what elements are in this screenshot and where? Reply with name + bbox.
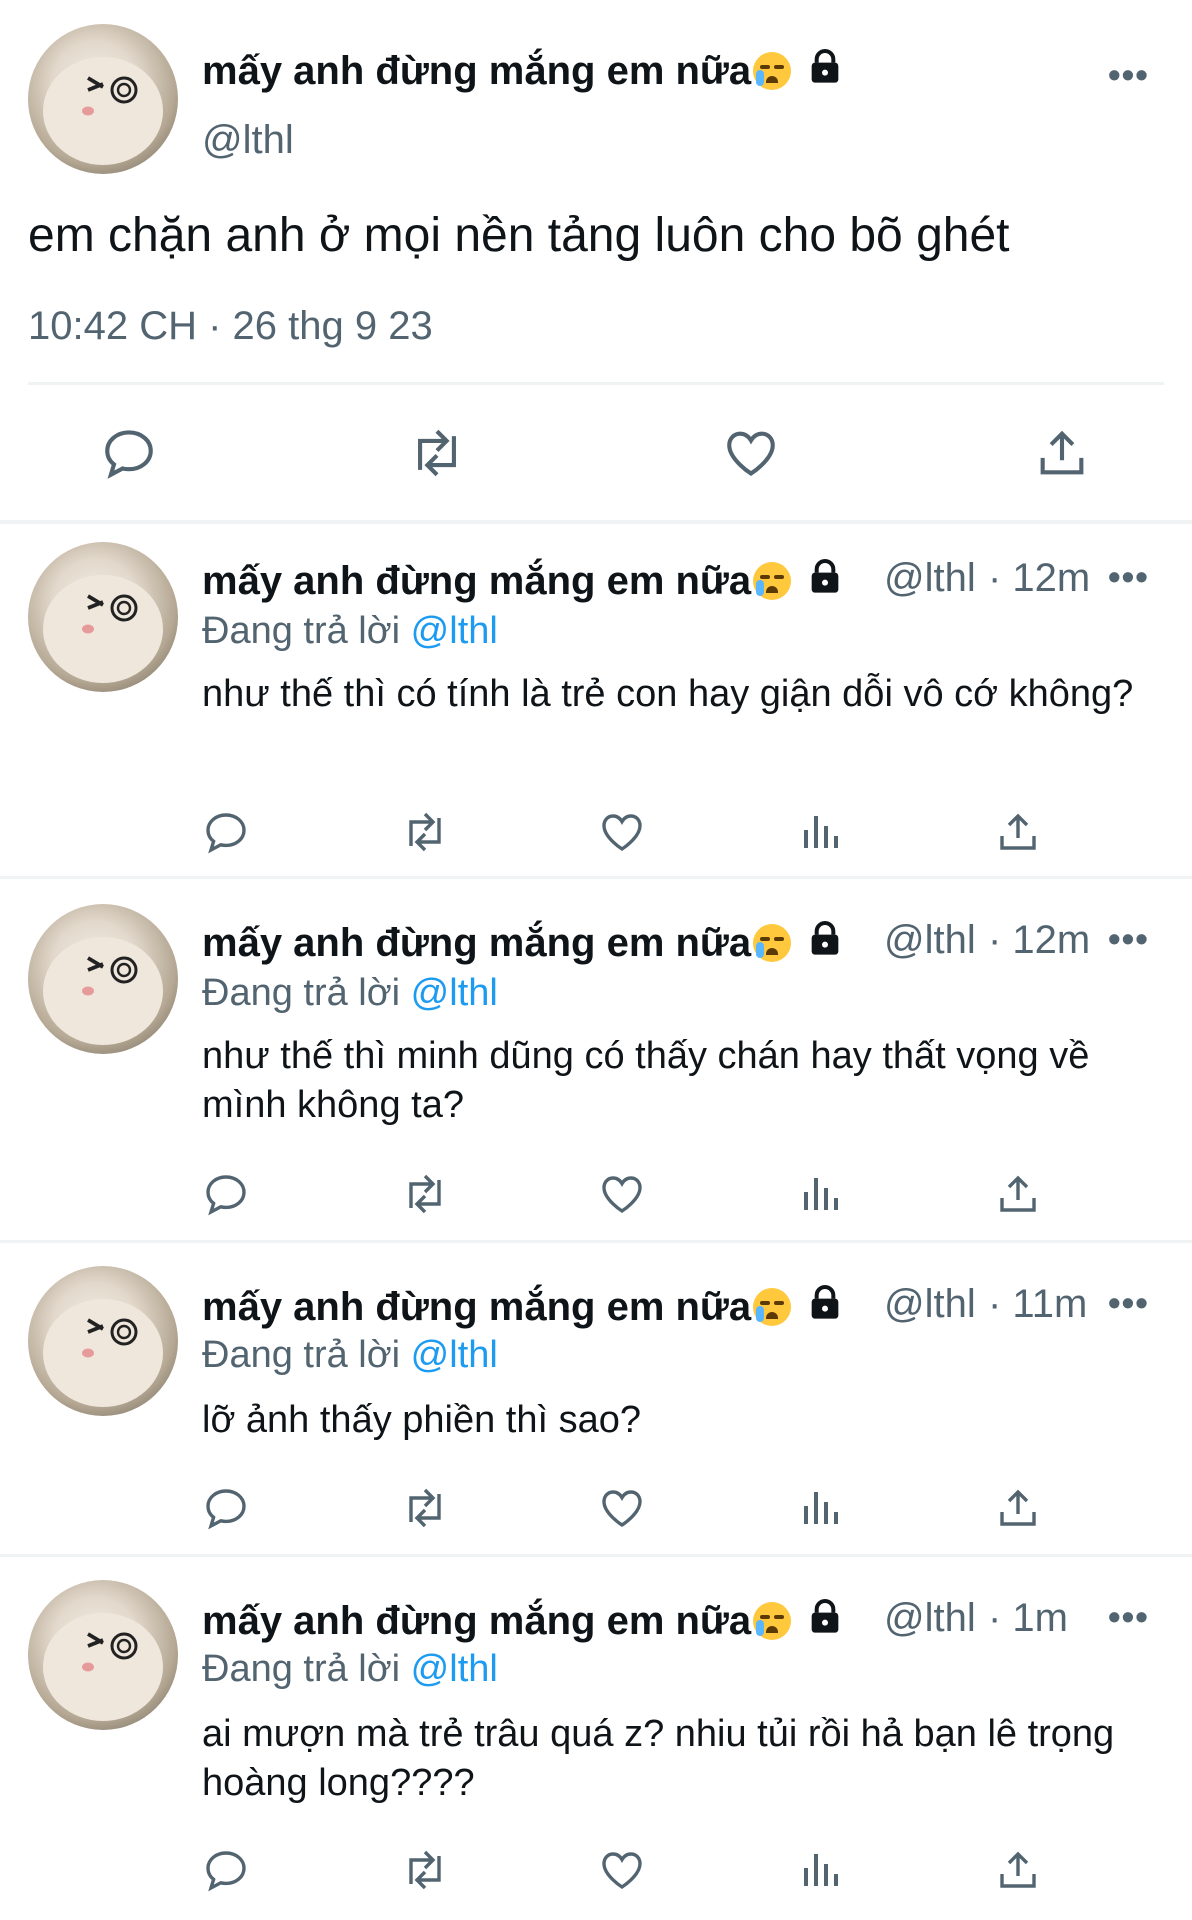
tweet-text: em chặn anh ở mọi nền tảng luôn cho bõ g…	[28, 209, 1010, 262]
display-name-text: mấy anh đừng mắng em nữa	[202, 1599, 752, 1643]
lock-icon	[805, 918, 845, 968]
replying-to: Đang trả lời @lthl	[202, 610, 498, 653]
tweet-timestamp[interactable]: 10:42 CH · 26 thg 9 23	[28, 304, 433, 349]
crying-emoji-icon	[753, 1602, 792, 1640]
display-name[interactable]: mấy anh đừng mắng em nữa	[202, 918, 845, 968]
avatar[interactable]	[28, 542, 178, 692]
share-icon[interactable]	[994, 1484, 1042, 1532]
replying-to-link[interactable]: @lthl	[411, 972, 498, 1014]
tweet-text: ai mượn mà trẻ trâu quá z? nhiu tủi rồi …	[202, 1713, 1115, 1804]
display-name[interactable]: mấy anh đừng mắng em nữa	[202, 46, 845, 96]
user-handle[interactable]: @lthl	[884, 556, 976, 601]
divider	[0, 876, 1192, 879]
avatar[interactable]	[28, 1580, 178, 1730]
tweet-text: như thế thì có tính là trẻ con hay giận …	[202, 673, 1134, 715]
user-handle[interactable]: @lthl	[884, 918, 976, 963]
display-name-text: mấy anh đừng mắng em nữa	[202, 559, 752, 603]
replying-to-link[interactable]: @lthl	[411, 1334, 498, 1376]
reply-icon[interactable]	[202, 808, 250, 856]
reply-icon[interactable]	[100, 424, 158, 482]
replying-to-link[interactable]: @lthl	[411, 610, 498, 652]
more-options-icon[interactable]: •••	[1108, 918, 1149, 960]
display-name-text: mấy anh đừng mắng em nữa	[202, 49, 752, 93]
avatar[interactable]	[28, 1266, 178, 1416]
display-name-text: mấy anh đừng mắng em nữa	[202, 1285, 752, 1329]
retweet-icon[interactable]	[405, 424, 469, 482]
divider	[28, 382, 1164, 385]
more-options-icon[interactable]: •••	[1108, 1282, 1149, 1324]
lock-icon	[805, 1282, 845, 1332]
tweet-text: như thế thì minh dũng có thấy chán hay t…	[202, 1035, 1090, 1126]
tweet-time[interactable]: · 1m	[988, 1596, 1068, 1641]
replying-prefix: Đang trả lời	[202, 1334, 411, 1376]
user-handle[interactable]: @lthl	[202, 118, 294, 163]
replying-prefix: Đang trả lời	[202, 972, 411, 1014]
share-icon[interactable]	[1033, 424, 1091, 482]
avatar[interactable]	[28, 24, 178, 174]
replying-to: Đang trả lời @lthl	[202, 1334, 498, 1377]
share-icon[interactable]	[994, 1846, 1042, 1894]
replying-prefix: Đang trả lời	[202, 1648, 411, 1690]
display-name[interactable]: mấy anh đừng mắng em nữa	[202, 1282, 845, 1332]
views-icon[interactable]	[796, 808, 844, 856]
like-icon[interactable]	[598, 1846, 646, 1894]
views-icon[interactable]	[796, 1170, 844, 1218]
like-icon[interactable]	[598, 1170, 646, 1218]
more-options-icon[interactable]: •••	[1108, 556, 1149, 598]
lock-icon	[805, 46, 845, 96]
tweet-time[interactable]: · 12m	[988, 918, 1090, 963]
tweet-time[interactable]: · 11m	[988, 1282, 1087, 1327]
lock-icon	[805, 1596, 845, 1646]
divider	[0, 1240, 1192, 1243]
retweet-icon[interactable]	[398, 1484, 452, 1532]
reply-icon[interactable]	[202, 1484, 250, 1532]
avatar[interactable]	[28, 904, 178, 1054]
retweet-icon[interactable]	[398, 1846, 452, 1894]
replying-to: Đang trả lời @lthl	[202, 1648, 498, 1691]
display-name-text: mấy anh đừng mắng em nữa	[202, 921, 752, 965]
share-icon[interactable]	[994, 808, 1042, 856]
reply-icon[interactable]	[202, 1846, 250, 1894]
crying-emoji-icon	[753, 562, 792, 600]
lock-icon	[805, 556, 845, 606]
tweet-time[interactable]: · 12m	[988, 556, 1090, 601]
like-icon[interactable]	[598, 1484, 646, 1532]
divider	[0, 1554, 1192, 1557]
display-name[interactable]: mấy anh đừng mắng em nữa	[202, 1596, 845, 1646]
replying-prefix: Đang trả lời	[202, 610, 411, 652]
user-handle[interactable]: @lthl	[884, 1282, 976, 1327]
display-name[interactable]: mấy anh đừng mắng em nữa	[202, 556, 845, 606]
more-options-icon[interactable]: •••	[1108, 54, 1149, 96]
share-icon[interactable]	[994, 1170, 1042, 1218]
crying-emoji-icon	[753, 1288, 792, 1326]
reply-icon[interactable]	[202, 1170, 250, 1218]
like-icon[interactable]	[598, 808, 646, 856]
retweet-icon[interactable]	[398, 1170, 452, 1218]
views-icon[interactable]	[796, 1484, 844, 1532]
crying-emoji-icon	[753, 924, 792, 962]
replying-to-link[interactable]: @lthl	[411, 1648, 498, 1690]
user-handle[interactable]: @lthl	[884, 1596, 976, 1641]
like-icon[interactable]	[722, 424, 780, 482]
retweet-icon[interactable]	[398, 808, 452, 856]
crying-emoji-icon	[753, 52, 792, 90]
tweet-text: lỡ ảnh thấy phiền thì sao?	[202, 1399, 642, 1441]
views-icon[interactable]	[796, 1846, 844, 1894]
divider	[0, 520, 1192, 524]
more-options-icon[interactable]: •••	[1108, 1596, 1149, 1638]
replying-to: Đang trả lời @lthl	[202, 972, 498, 1015]
